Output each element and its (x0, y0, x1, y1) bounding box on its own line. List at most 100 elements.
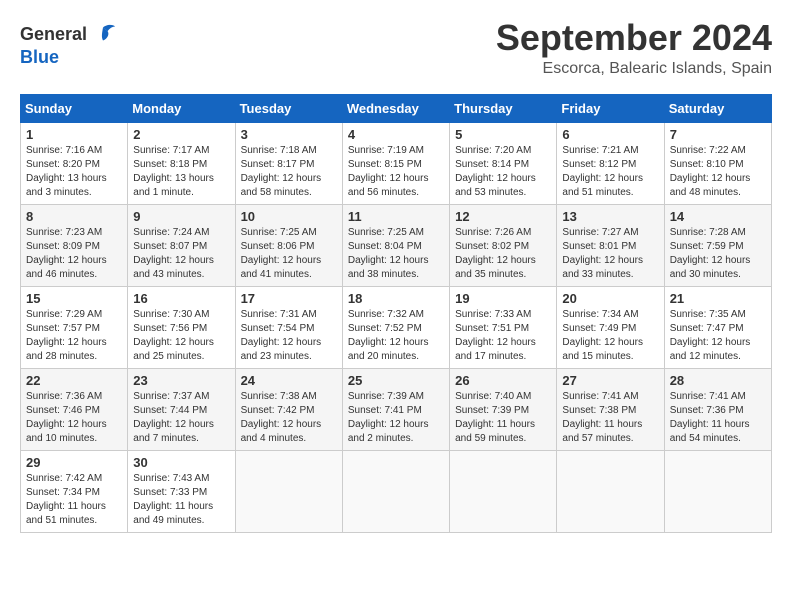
day-number: 25 (348, 373, 444, 388)
day-info: Sunrise: 7:16 AMSunset: 8:20 PMDaylight:… (26, 144, 122, 200)
calendar-cell: 18 Sunrise: 7:32 AMSunset: 7:52 PMDayligh… (342, 287, 449, 369)
day-info: Sunrise: 7:39 AMSunset: 7:41 PMDaylight:… (348, 390, 444, 446)
calendar-cell: 5 Sunrise: 7:20 AMSunset: 8:14 PMDaylight… (450, 123, 557, 205)
calendar-cell (235, 451, 342, 533)
calendar-cell (450, 451, 557, 533)
calendar-cell: 8 Sunrise: 7:23 AMSunset: 8:09 PMDaylight… (21, 205, 128, 287)
weekday-header-monday: Monday (128, 95, 235, 123)
day-info: Sunrise: 7:43 AMSunset: 7:33 PMDaylight:… (133, 472, 229, 528)
calendar-cell: 10 Sunrise: 7:25 AMSunset: 8:06 PMDayligh… (235, 205, 342, 287)
day-info: Sunrise: 7:30 AMSunset: 7:56 PMDaylight:… (133, 308, 229, 364)
day-info: Sunrise: 7:37 AMSunset: 7:44 PMDaylight:… (133, 390, 229, 446)
calendar-cell: 20 Sunrise: 7:34 AMSunset: 7:49 PMDayligh… (557, 287, 664, 369)
day-number: 18 (348, 291, 444, 306)
day-info: Sunrise: 7:40 AMSunset: 7:39 PMDaylight:… (455, 390, 551, 446)
day-info: Sunrise: 7:22 AMSunset: 8:10 PMDaylight:… (670, 144, 766, 200)
logo-general: General (20, 25, 87, 43)
day-number: 29 (26, 455, 122, 470)
calendar-cell: 29 Sunrise: 7:42 AMSunset: 7:34 PMDayligh… (21, 451, 128, 533)
calendar-cell: 27 Sunrise: 7:41 AMSunset: 7:38 PMDayligh… (557, 369, 664, 451)
calendar-cell: 21Sunrise: 7:35 AMSunset: 7:47 PMDayligh… (664, 287, 771, 369)
calendar-week-row: 1 Sunrise: 7:16 AMSunset: 8:20 PMDaylight… (21, 123, 772, 205)
location-subtitle: Escorca, Balearic Islands, Spain (496, 60, 772, 78)
calendar-cell: 13 Sunrise: 7:27 AMSunset: 8:01 PMDayligh… (557, 205, 664, 287)
day-number: 8 (26, 209, 122, 224)
day-number: 22 (26, 373, 122, 388)
calendar-week-row: 8 Sunrise: 7:23 AMSunset: 8:09 PMDaylight… (21, 205, 772, 287)
day-number: 27 (562, 373, 658, 388)
calendar-cell: 6 Sunrise: 7:21 AMSunset: 8:12 PMDaylight… (557, 123, 664, 205)
calendar-cell: 1 Sunrise: 7:16 AMSunset: 8:20 PMDaylight… (21, 123, 128, 205)
day-info: Sunrise: 7:24 AMSunset: 8:07 PMDaylight:… (133, 226, 229, 282)
calendar-cell: 2 Sunrise: 7:17 AMSunset: 8:18 PMDaylight… (128, 123, 235, 205)
day-info: Sunrise: 7:21 AMSunset: 8:12 PMDaylight:… (562, 144, 658, 200)
logo-blue: Blue (20, 47, 59, 67)
weekday-header-sunday: Sunday (21, 95, 128, 123)
calendar-cell (664, 451, 771, 533)
day-info: Sunrise: 7:41 AMSunset: 7:36 PMDaylight:… (670, 390, 766, 446)
calendar-cell: 4 Sunrise: 7:19 AMSunset: 8:15 PMDaylight… (342, 123, 449, 205)
calendar-cell: 15 Sunrise: 7:29 AMSunset: 7:57 PMDayligh… (21, 287, 128, 369)
day-number: 11 (348, 209, 444, 224)
weekday-header-saturday: Saturday (664, 95, 771, 123)
calendar-cell: 25 Sunrise: 7:39 AMSunset: 7:41 PMDayligh… (342, 369, 449, 451)
day-number: 14 (670, 209, 766, 224)
day-info: Sunrise: 7:31 AMSunset: 7:54 PMDaylight:… (241, 308, 337, 364)
day-number: 1 (26, 127, 122, 142)
calendar-cell: 17 Sunrise: 7:31 AMSunset: 7:54 PMDayligh… (235, 287, 342, 369)
calendar-week-row: 29 Sunrise: 7:42 AMSunset: 7:34 PMDayligh… (21, 451, 772, 533)
calendar-cell: 22Sunrise: 7:36 AMSunset: 7:46 PMDayligh… (21, 369, 128, 451)
day-number: 9 (133, 209, 229, 224)
page-header: General Blue September 2024 Escorca, Bal… (20, 20, 772, 78)
day-info: Sunrise: 7:29 AMSunset: 7:57 PMDaylight:… (26, 308, 122, 364)
weekday-header-friday: Friday (557, 95, 664, 123)
day-number: 6 (562, 127, 658, 142)
day-number: 12 (455, 209, 551, 224)
logo: General Blue (20, 20, 117, 68)
day-info: Sunrise: 7:41 AMSunset: 7:38 PMDaylight:… (562, 390, 658, 446)
day-number: 23 (133, 373, 229, 388)
calendar-week-row: 22Sunrise: 7:36 AMSunset: 7:46 PMDayligh… (21, 369, 772, 451)
day-info: Sunrise: 7:17 AMSunset: 8:18 PMDaylight:… (133, 144, 229, 200)
day-info: Sunrise: 7:25 AMSunset: 8:04 PMDaylight:… (348, 226, 444, 282)
day-info: Sunrise: 7:38 AMSunset: 7:42 PMDaylight:… (241, 390, 337, 446)
calendar-cell (557, 451, 664, 533)
day-number: 4 (348, 127, 444, 142)
day-info: Sunrise: 7:35 AMSunset: 7:47 PMDaylight:… (670, 308, 766, 364)
day-number: 26 (455, 373, 551, 388)
calendar-cell: 3Sunrise: 7:18 AMSunset: 8:17 PMDaylight… (235, 123, 342, 205)
day-info: Sunrise: 7:34 AMSunset: 7:49 PMDaylight:… (562, 308, 658, 364)
day-number: 17 (241, 291, 337, 306)
calendar-cell (342, 451, 449, 533)
month-year-title: September 2024 (496, 20, 772, 56)
calendar-cell: 16 Sunrise: 7:30 AMSunset: 7:56 PMDayligh… (128, 287, 235, 369)
calendar-cell: 26 Sunrise: 7:40 AMSunset: 7:39 PMDayligh… (450, 369, 557, 451)
calendar-cell: 19Sunrise: 7:33 AMSunset: 7:51 PMDayligh… (450, 287, 557, 369)
day-info: Sunrise: 7:19 AMSunset: 8:15 PMDaylight:… (348, 144, 444, 200)
day-number: 5 (455, 127, 551, 142)
day-number: 7 (670, 127, 766, 142)
day-number: 13 (562, 209, 658, 224)
calendar-cell: 9 Sunrise: 7:24 AMSunset: 8:07 PMDaylight… (128, 205, 235, 287)
weekday-header-tuesday: Tuesday (235, 95, 342, 123)
day-number: 20 (562, 291, 658, 306)
day-info: Sunrise: 7:32 AMSunset: 7:52 PMDaylight:… (348, 308, 444, 364)
day-number: 3 (241, 127, 337, 142)
day-info: Sunrise: 7:26 AMSunset: 8:02 PMDaylight:… (455, 226, 551, 282)
day-number: 16 (133, 291, 229, 306)
calendar-cell: 23 Sunrise: 7:37 AMSunset: 7:44 PMDayligh… (128, 369, 235, 451)
day-info: Sunrise: 7:25 AMSunset: 8:06 PMDaylight:… (241, 226, 337, 282)
day-number: 19 (455, 291, 551, 306)
calendar-week-row: 15 Sunrise: 7:29 AMSunset: 7:57 PMDayligh… (21, 287, 772, 369)
logo-bird-icon (89, 20, 117, 48)
day-number: 15 (26, 291, 122, 306)
day-info: Sunrise: 7:27 AMSunset: 8:01 PMDaylight:… (562, 226, 658, 282)
day-number: 10 (241, 209, 337, 224)
day-info: Sunrise: 7:20 AMSunset: 8:14 PMDaylight:… (455, 144, 551, 200)
day-number: 2 (133, 127, 229, 142)
calendar-cell: 12 Sunrise: 7:26 AMSunset: 8:02 PMDayligh… (450, 205, 557, 287)
calendar-table: SundayMondayTuesdayWednesdayThursdayFrid… (20, 94, 772, 533)
calendar-cell: 7 Sunrise: 7:22 AMSunset: 8:10 PMDaylight… (664, 123, 771, 205)
day-info: Sunrise: 7:23 AMSunset: 8:09 PMDaylight:… (26, 226, 122, 282)
day-info: Sunrise: 7:42 AMSunset: 7:34 PMDaylight:… (26, 472, 122, 528)
